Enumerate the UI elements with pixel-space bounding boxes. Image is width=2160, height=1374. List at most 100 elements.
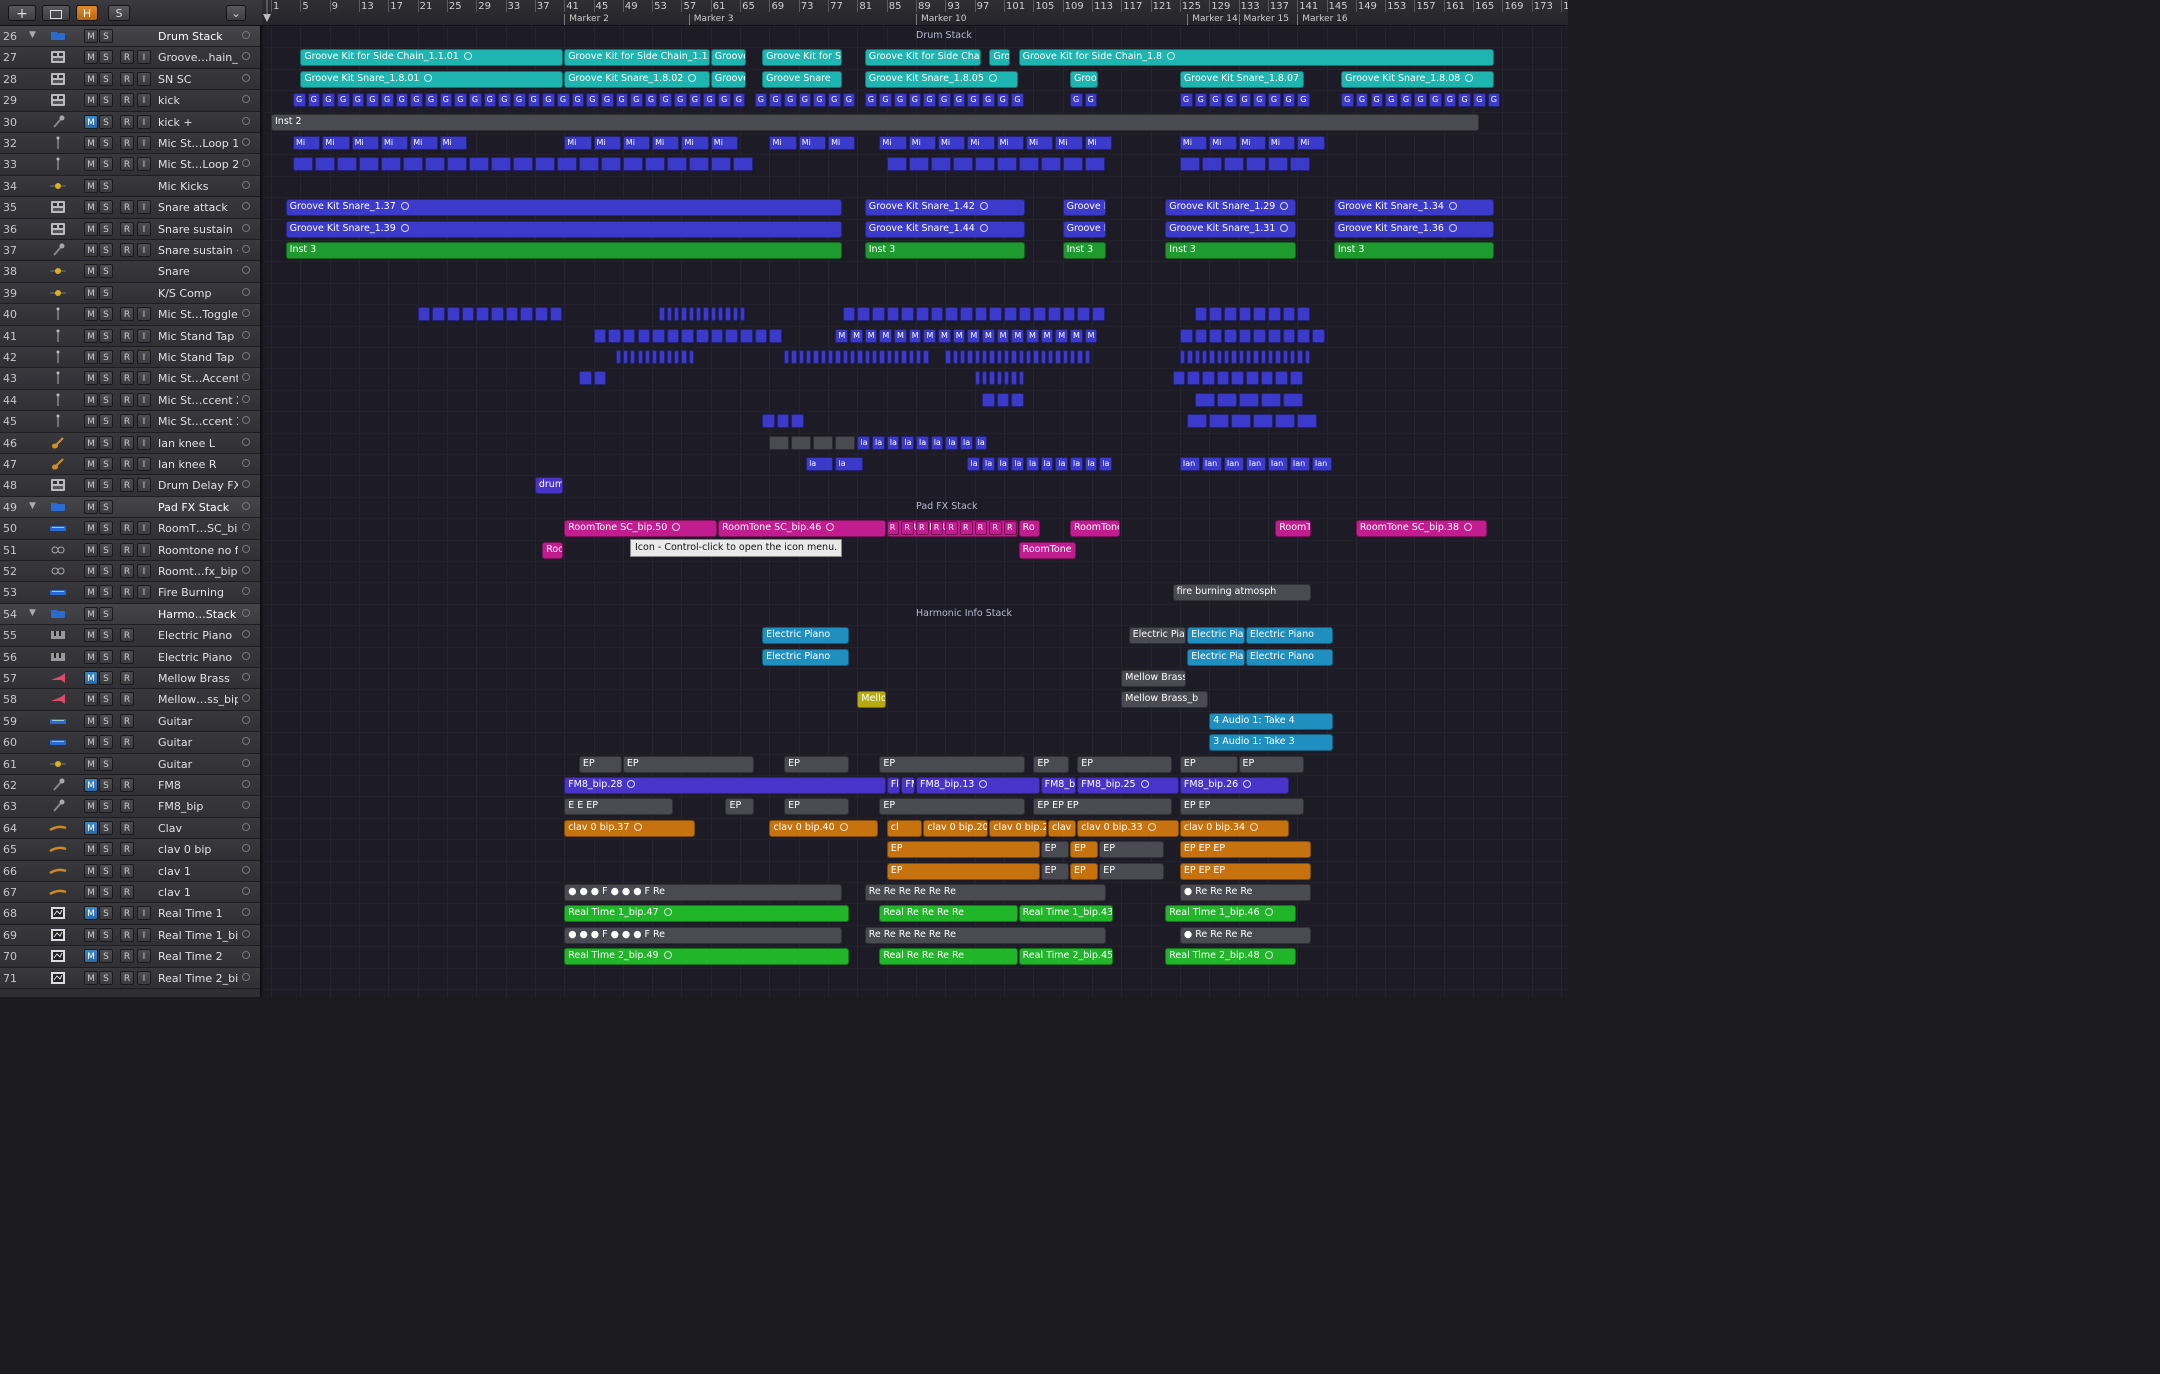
mini-region[interactable]: G — [864, 93, 878, 108]
track-name[interactable]: Mic Stand Tap 1 — [158, 330, 238, 343]
mini-region[interactable]: R — [945, 521, 959, 536]
mini-region[interactable] — [945, 350, 951, 364]
mini-region[interactable]: G — [556, 93, 570, 108]
mini-region[interactable]: R — [930, 521, 944, 536]
mini-region[interactable] — [1253, 307, 1266, 322]
brass-icon[interactable] — [49, 671, 67, 685]
mini-region[interactable]: Ian — [1245, 457, 1266, 471]
mute-button[interactable]: M — [84, 350, 98, 364]
track-freeze-icon[interactable] — [242, 202, 250, 211]
mini-region[interactable] — [1245, 350, 1252, 364]
drum-machine-icon[interactable] — [49, 50, 67, 64]
mini-region[interactable] — [1062, 157, 1083, 172]
track-header-61[interactable]: 61 M S Guitar — [0, 753, 260, 775]
region[interactable]: Groove — [710, 49, 747, 67]
input-monitor-button[interactable]: I — [137, 542, 151, 557]
solo-button[interactable]: S — [99, 371, 113, 386]
mini-region[interactable] — [732, 157, 753, 172]
mini-region[interactable]: G — [703, 93, 717, 108]
mini-region[interactable]: la — [1011, 457, 1024, 471]
mini-region[interactable] — [982, 350, 988, 364]
mini-region[interactable] — [1297, 307, 1310, 322]
mini-region[interactable] — [945, 307, 959, 322]
drum-machine-icon[interactable] — [49, 222, 67, 236]
region[interactable]: Mello — [857, 691, 886, 709]
mini-region[interactable]: Ian — [1201, 457, 1222, 471]
mini-region[interactable] — [974, 350, 980, 364]
mini-region[interactable] — [468, 157, 489, 172]
mini-region[interactable] — [1304, 350, 1310, 364]
mini-region[interactable]: R — [974, 521, 988, 536]
mute-button[interactable]: M — [84, 435, 98, 450]
track-freeze-icon[interactable] — [242, 116, 250, 125]
track-freeze-icon[interactable] — [242, 330, 250, 339]
region[interactable]: EP — [784, 798, 850, 816]
mini-region[interactable] — [1267, 328, 1281, 343]
mini-region[interactable] — [578, 157, 599, 172]
mini-region[interactable] — [1260, 350, 1266, 364]
track-name[interactable]: Groove…hain_1 — [158, 51, 238, 64]
region[interactable]: Groove Kit Snare_1.8.01 — [300, 70, 564, 88]
mini-region[interactable] — [681, 307, 687, 322]
mute-button[interactable]: M — [84, 136, 98, 150]
mini-region[interactable]: la — [1099, 457, 1112, 471]
mini-region[interactable]: G — [1084, 93, 1098, 108]
mini-region[interactable]: Mi — [322, 136, 350, 150]
mini-region[interactable]: G — [454, 93, 467, 108]
mini-region[interactable]: la — [872, 435, 885, 450]
tape-icon[interactable] — [49, 564, 67, 578]
mini-region[interactable]: G — [380, 93, 394, 108]
solo-button[interactable]: S — [99, 820, 113, 835]
mini-region[interactable] — [960, 350, 966, 364]
mini-region[interactable]: G — [586, 93, 599, 108]
track-header-38[interactable]: 38 M S Snare — [0, 261, 260, 283]
region[interactable]: Inst 3 — [1333, 242, 1495, 259]
solo-button[interactable]: S — [99, 93, 113, 108]
mini-region[interactable] — [1238, 328, 1252, 343]
mini-region[interactable] — [1179, 350, 1186, 364]
solo-button[interactable]: S — [99, 29, 113, 43]
region[interactable]: Real Time 1_bip.47 — [564, 905, 850, 923]
mini-region[interactable]: Ian — [1179, 457, 1200, 471]
region[interactable]: Groove Kit Snare_1.42 — [864, 199, 1025, 217]
mini-region[interactable]: Mi — [908, 136, 937, 150]
region[interactable]: Groove Kit Snare_1.31 — [1165, 220, 1297, 238]
mini-region[interactable] — [681, 328, 695, 343]
mini-region[interactable]: la — [930, 435, 944, 450]
mini-region[interactable]: G — [1223, 93, 1237, 108]
mini-region[interactable] — [952, 157, 973, 172]
mute-button[interactable]: M — [84, 756, 98, 771]
track-header-43[interactable]: 43 M S R I Mic St…Accent — [0, 368, 260, 390]
region[interactable]: ● ● ● F ● ● ● F Re — [564, 926, 842, 944]
mini-region[interactable] — [996, 392, 1010, 407]
add-track-button[interactable]: + — [8, 5, 36, 22]
mini-region[interactable] — [916, 350, 922, 364]
region[interactable]: FM8_bip.28 — [564, 777, 886, 794]
region[interactable]: Real Time 1_bip.46 — [1165, 905, 1297, 923]
track-name[interactable]: FM8 — [158, 779, 238, 792]
mini-region[interactable] — [850, 350, 856, 364]
mini-region[interactable] — [688, 157, 709, 172]
input-monitor-button[interactable]: I — [137, 521, 151, 536]
region[interactable]: 3 Audio 1: Take 3 — [1209, 734, 1333, 752]
solo-button[interactable]: S — [99, 200, 113, 215]
mini-region[interactable] — [1231, 350, 1237, 364]
mini-region[interactable]: G — [630, 93, 643, 108]
mini-region[interactable] — [1179, 328, 1193, 343]
marker[interactable]: Marker 10 — [916, 14, 966, 25]
region[interactable]: Groove Kit for Side Chain_1.1.02 — [564, 49, 710, 67]
mini-region[interactable]: G — [967, 93, 980, 108]
mini-region[interactable]: M — [967, 328, 980, 343]
mini-region[interactable] — [1062, 350, 1068, 364]
track-header-26[interactable]: 26 ▼ M S Drum Stack — [0, 26, 260, 48]
track-name[interactable]: Electric Piano — [158, 629, 238, 642]
mini-region[interactable]: G — [1282, 93, 1296, 108]
mute-button[interactable]: M — [84, 692, 98, 707]
mini-region[interactable]: G — [1414, 93, 1428, 108]
input-monitor-button[interactable]: I — [137, 350, 151, 364]
mini-region[interactable] — [1253, 328, 1266, 343]
mini-region[interactable]: R — [989, 521, 1002, 536]
mini-region[interactable]: G — [322, 93, 335, 108]
mini-region[interactable] — [1179, 157, 1200, 172]
mini-region[interactable] — [857, 350, 863, 364]
